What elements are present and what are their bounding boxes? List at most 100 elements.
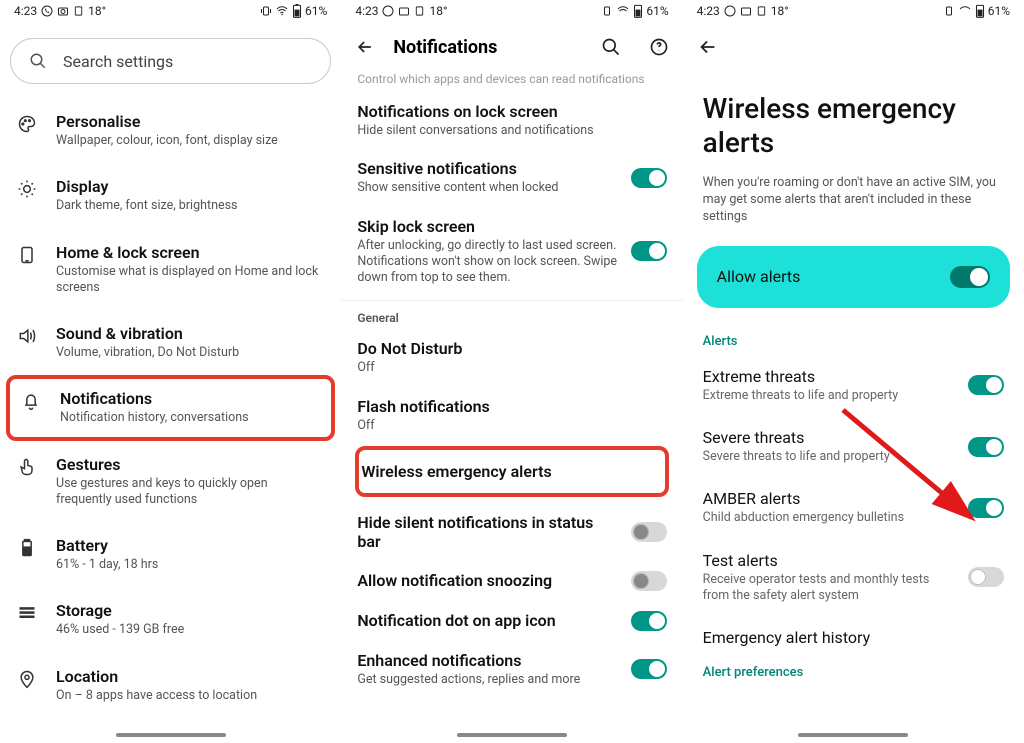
section-prefs: Alert preferences bbox=[683, 659, 1024, 686]
status-battery: 61% bbox=[988, 4, 1010, 18]
gesture-icon bbox=[16, 457, 38, 477]
item-extreme-threats[interactable]: Extreme threatsExtreme threats to life a… bbox=[683, 355, 1024, 416]
status-time: 4:23 bbox=[14, 4, 37, 18]
settings-item-battery[interactable]: Battery61% - 1 day, 18 hrs bbox=[0, 522, 341, 587]
toggle-dot[interactable] bbox=[631, 611, 667, 631]
storage-icon bbox=[16, 603, 38, 623]
whatsapp-icon bbox=[41, 5, 53, 17]
volume-icon bbox=[16, 326, 38, 346]
item-snoozing[interactable]: Allow notification snoozing bbox=[341, 561, 682, 601]
settings-item-location[interactable]: LocationOn – 8 apps have access to locat… bbox=[0, 653, 341, 718]
screen-notifications: 4:23 18° 61% Notifications Control which… bbox=[341, 0, 682, 743]
camera-icon bbox=[398, 5, 410, 17]
item-hide-silent[interactable]: Hide silent notifications in status bar bbox=[341, 503, 682, 561]
status-time: 4:23 bbox=[697, 4, 720, 18]
toggle-test[interactable] bbox=[968, 567, 1004, 587]
page-description: When you're roaming or don't have an act… bbox=[683, 175, 1024, 246]
wifi-icon bbox=[275, 5, 289, 17]
nav-handle[interactable] bbox=[798, 733, 908, 737]
screen-settings: 4:23 18° 61% Search settings P bbox=[0, 0, 341, 743]
toggle-severe[interactable] bbox=[968, 437, 1004, 457]
toggle-amber[interactable] bbox=[968, 498, 1004, 518]
wifi-icon bbox=[616, 5, 630, 17]
item-flash[interactable]: Flash notificationsOff bbox=[341, 387, 682, 444]
toggle-hide-silent[interactable] bbox=[631, 522, 667, 542]
help-icon[interactable] bbox=[649, 37, 669, 57]
wifi-icon bbox=[958, 5, 972, 17]
settings-item-gestures[interactable]: GesturesUse gestures and keys to quickly… bbox=[0, 441, 341, 523]
item-wea[interactable]: Wireless emergency alerts bbox=[361, 462, 664, 481]
item-enhanced[interactable]: Enhanced notificationsGet suggested acti… bbox=[341, 641, 682, 698]
palette-icon bbox=[16, 114, 38, 134]
toggle-skip-lock[interactable] bbox=[631, 241, 667, 261]
settings-item-storage[interactable]: Storage46% used - 139 GB free bbox=[0, 587, 341, 652]
item-lockscreen-notifications[interactable]: Notifications on lock screenHide silent … bbox=[341, 92, 682, 149]
search-icon[interactable] bbox=[601, 37, 621, 57]
status-temp: 18° bbox=[88, 4, 106, 18]
item-dnd[interactable]: Do Not DisturbOff bbox=[341, 329, 682, 386]
battery-settings-icon bbox=[16, 538, 38, 558]
truncated-caption: Control which apps and devices can read … bbox=[341, 72, 682, 92]
allow-alerts-label: Allow alerts bbox=[717, 267, 950, 286]
item-severe-threats[interactable]: Severe threatsSevere threats to life and… bbox=[683, 416, 1024, 477]
status-time: 4:23 bbox=[355, 4, 378, 18]
item-sensitive-notifications[interactable]: Sensitive notificationsShow sensitive co… bbox=[341, 149, 682, 206]
vibrate-icon bbox=[601, 5, 613, 17]
toggle-snoozing[interactable] bbox=[631, 571, 667, 591]
toggle-allow-alerts[interactable] bbox=[950, 266, 990, 288]
toggle-extreme[interactable] bbox=[968, 375, 1004, 395]
status-temp: 18° bbox=[771, 4, 789, 18]
item-skip-lockscreen[interactable]: Skip lock screenAfter unlocking, go dire… bbox=[341, 207, 682, 297]
bell-icon bbox=[20, 391, 42, 411]
settings-item-display[interactable]: DisplayDark theme, font size, brightness bbox=[0, 163, 341, 228]
back-icon[interactable] bbox=[697, 36, 719, 58]
settings-list: PersonaliseWallpaper, colour, icon, font… bbox=[0, 94, 341, 722]
highlight-wea: Wireless emergency alerts bbox=[355, 446, 668, 497]
vibrate-icon bbox=[943, 5, 955, 17]
search-input[interactable]: Search settings bbox=[10, 38, 331, 84]
nav-handle[interactable] bbox=[116, 733, 226, 737]
search-placeholder: Search settings bbox=[63, 52, 173, 71]
section-alerts: Alerts bbox=[683, 328, 1024, 355]
camera-icon bbox=[57, 5, 69, 17]
allow-alerts-card[interactable]: Allow alerts bbox=[697, 246, 1010, 308]
whatsapp-icon bbox=[382, 5, 394, 17]
camera-icon bbox=[740, 5, 752, 17]
battery-icon bbox=[633, 4, 643, 18]
item-test-alerts[interactable]: Test alertsReceive operator tests and mo… bbox=[683, 539, 1024, 617]
status-temp: 18° bbox=[429, 4, 447, 18]
sim-icon bbox=[73, 5, 84, 17]
toggle-sensitive[interactable] bbox=[631, 168, 667, 188]
toggle-enhanced[interactable] bbox=[631, 659, 667, 679]
item-dot[interactable]: Notification dot on app icon bbox=[341, 601, 682, 641]
settings-item-personalise[interactable]: PersonaliseWallpaper, colour, icon, font… bbox=[0, 98, 341, 163]
settings-item-sound[interactable]: Sound & vibrationVolume, vibration, Do N… bbox=[0, 310, 341, 375]
screen-wea: 4:23 18° 61% Wireless emergency alerts W… bbox=[683, 0, 1024, 743]
status-battery: 61% bbox=[646, 4, 668, 18]
item-amber-alerts[interactable]: AMBER alertsChild abduction emergency bu… bbox=[683, 477, 1024, 538]
item-alert-history[interactable]: Emergency alert history bbox=[683, 616, 1024, 659]
battery-icon bbox=[975, 4, 985, 18]
nav-handle[interactable] bbox=[457, 733, 567, 737]
highlight-notifications: NotificationsNotification history, conve… bbox=[6, 375, 335, 440]
phone-icon bbox=[16, 245, 38, 265]
page-title: Notifications bbox=[393, 37, 582, 58]
whatsapp-icon bbox=[724, 5, 736, 17]
location-icon bbox=[16, 669, 38, 689]
status-battery: 61% bbox=[305, 4, 327, 18]
back-icon[interactable] bbox=[355, 37, 375, 57]
status-bar: 4:23 18° 61% bbox=[0, 0, 341, 22]
settings-item-home-lock[interactable]: Home & lock screenCustomise what is disp… bbox=[0, 229, 341, 311]
sim-icon bbox=[414, 5, 425, 17]
status-bar: 4:23 18° 61% bbox=[341, 0, 682, 22]
brightness-icon bbox=[16, 179, 38, 199]
page-title: Wireless emergency alerts bbox=[683, 62, 1024, 175]
section-general: General bbox=[341, 300, 682, 329]
status-bar: 4:23 18° 61% bbox=[683, 0, 1024, 22]
search-icon bbox=[29, 52, 47, 70]
top-bar: Notifications bbox=[341, 22, 682, 72]
vibrate-icon bbox=[260, 5, 272, 17]
sim-icon bbox=[756, 5, 767, 17]
battery-icon bbox=[292, 4, 302, 18]
settings-item-notifications[interactable]: NotificationsNotification history, conve… bbox=[20, 389, 321, 426]
